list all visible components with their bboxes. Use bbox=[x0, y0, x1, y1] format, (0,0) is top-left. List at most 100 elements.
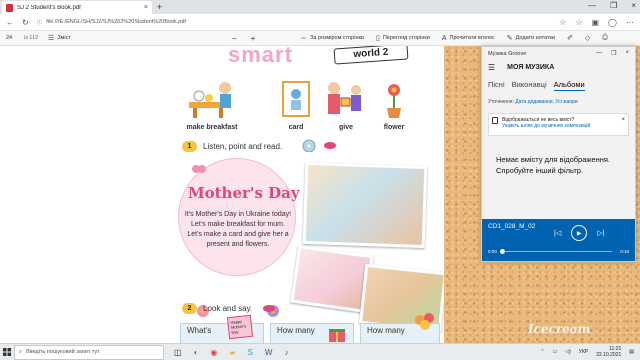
folder-icon[interactable]: ▰ bbox=[229, 348, 235, 357]
fit-page-button[interactable]: ⇔ За розміром сторінки bbox=[300, 35, 364, 42]
page-view-button[interactable]: ▯ Перегляд сторінки bbox=[376, 34, 430, 42]
watermark: Icecream bbox=[528, 322, 591, 336]
tab-title: SJ 2 Student's Book.pdf bbox=[17, 4, 81, 11]
address-bar: ← ↻ ⓘ file:///E:/ENGLISH/SJ2/SJ%202%20St… bbox=[0, 14, 640, 31]
disc-icon bbox=[302, 139, 318, 154]
list-icon: ☰ bbox=[48, 35, 55, 42]
vocab-word: make breakfast bbox=[186, 124, 238, 131]
add-notes-label: Додати нотатки bbox=[515, 35, 555, 41]
back-icon[interactable]: ← bbox=[6, 18, 14, 27]
word-icon[interactable]: W bbox=[265, 348, 273, 357]
hamburger-menu-icon[interactable]: ☰ bbox=[488, 63, 495, 72]
notice-close-icon[interactable]: × bbox=[621, 117, 625, 132]
page-view-label: Перегляд сторінки bbox=[382, 35, 430, 41]
start-button[interactable] bbox=[0, 348, 14, 356]
card-thumbnail: Happy Mother's Day bbox=[226, 314, 254, 340]
empty-state-text: Немає вмісту для відображення. Спробуйте… bbox=[496, 155, 611, 175]
photo-breakfast bbox=[302, 161, 428, 249]
collections-icon[interactable]: ▣ bbox=[591, 18, 599, 27]
question-text: What's bbox=[187, 326, 212, 335]
progress-track[interactable] bbox=[502, 251, 612, 252]
chrome-icon[interactable]: ◉ bbox=[210, 348, 217, 357]
taskbar-search[interactable]: ⌕ Введіть пошуковий запит тут bbox=[14, 344, 164, 360]
volume-icon[interactable]: ◁) bbox=[565, 349, 571, 355]
progress-knob[interactable] bbox=[500, 249, 505, 254]
notice-body: Відображається не весь вміст? Укажіть шл… bbox=[502, 117, 590, 132]
url-text: file:///E:/ENGLISH/SJ2/SJ%202%20Student%… bbox=[46, 19, 186, 25]
maximize-button[interactable]: ❐ bbox=[610, 1, 617, 10]
notifications-icon[interactable]: ▤ bbox=[629, 349, 634, 355]
filter-link[interactable]: Дата додавання, Усі жанри bbox=[515, 99, 577, 105]
groove-close-button[interactable]: × bbox=[625, 50, 629, 57]
close-button[interactable]: × bbox=[631, 1, 636, 10]
vocab-item: make breakfast bbox=[180, 78, 244, 131]
exercise-number: 1 bbox=[182, 141, 197, 152]
groove-maximize-button[interactable]: ❐ bbox=[611, 50, 616, 57]
more-icon[interactable]: ⋯ bbox=[626, 18, 634, 27]
page-count: із 112 bbox=[24, 35, 39, 41]
read-aloud-label: Прочитати вголос bbox=[449, 35, 495, 41]
exercise-instruction: Listen, point and read. bbox=[203, 142, 283, 151]
fit-label: За розміром сторінки bbox=[310, 35, 364, 41]
language-indicator[interactable]: УКР bbox=[579, 349, 588, 355]
profile-icon[interactable]: ◯ bbox=[608, 18, 617, 27]
tab-close-icon[interactable]: × bbox=[144, 4, 148, 11]
brand-world: world 2 bbox=[333, 46, 409, 65]
contents-label: Зміст bbox=[57, 35, 71, 41]
new-tab-button[interactable]: + bbox=[157, 2, 162, 12]
book-icon: ▯ bbox=[375, 35, 380, 42]
page-number-input[interactable]: 24 bbox=[6, 35, 18, 41]
add-notes-button[interactable]: ✎ Додати нотатки bbox=[507, 34, 555, 42]
time-total: 0:16 bbox=[620, 249, 629, 254]
zoom-controls: − + bbox=[232, 34, 255, 43]
exercise-number: 2 bbox=[182, 303, 197, 314]
clock-date: 22.10.2021 bbox=[596, 352, 622, 358]
system-tray: ⌃ ▭ ◁) УКР 11:21 22.10.2021 ▤ bbox=[540, 346, 640, 358]
notice-link[interactable]: Укажіть шлях до музичних композицій bbox=[502, 123, 590, 129]
clock[interactable]: 11:21 22.10.2021 bbox=[596, 346, 621, 358]
lips-icon bbox=[323, 141, 337, 152]
tab-artists[interactable]: Виконавці bbox=[512, 80, 547, 91]
play-button[interactable]: ▶ bbox=[571, 225, 588, 241]
tray-chevron-icon[interactable]: ⌃ bbox=[540, 349, 544, 355]
speaker-icon: A bbox=[441, 34, 447, 42]
favorite-star-icon[interactable]: ☆ bbox=[559, 18, 566, 27]
draw-icon[interactable]: ✐ bbox=[567, 34, 573, 42]
zoom-out-button[interactable]: − bbox=[232, 34, 237, 43]
search-placeholder: Введіть пошуковий запит тут bbox=[26, 349, 100, 355]
search-icon: ⌕ bbox=[19, 348, 23, 355]
browser-tab[interactable]: SJ 2 Student's Book.pdf × bbox=[2, 1, 152, 14]
vocab-item: flower bbox=[362, 78, 426, 131]
zoom-in-button[interactable]: + bbox=[251, 34, 256, 43]
breakfast-illustration bbox=[180, 78, 244, 122]
contents-button[interactable]: ☰ Зміст bbox=[48, 34, 71, 42]
skype-icon[interactable]: S bbox=[248, 348, 253, 357]
url-field[interactable]: ⓘ file:///E:/ENGLISH/SJ2/SJ%202%20Studen… bbox=[37, 16, 377, 28]
read-aloud-button[interactable]: A Прочитати вголос bbox=[442, 35, 495, 42]
network-icon[interactable]: ▭ bbox=[553, 349, 558, 355]
question-text: How many bbox=[367, 326, 405, 335]
task-view-icon[interactable]: ◫ bbox=[174, 348, 182, 357]
file-icon: ⓘ bbox=[36, 20, 43, 26]
butterfly-icon bbox=[192, 164, 206, 176]
refresh-icon[interactable]: ↻ bbox=[22, 18, 29, 27]
card-sign: Happy Mother's Day bbox=[230, 318, 247, 335]
previous-track-icon[interactable]: |◁ bbox=[554, 229, 561, 237]
note-icon: ✎ bbox=[506, 35, 513, 42]
question-text: How many bbox=[277, 326, 315, 335]
tab-albums[interactable]: Альбоми bbox=[553, 80, 585, 91]
print-icon[interactable]: ⎙ bbox=[602, 34, 608, 42]
groove-section-title: МОЯ МУЗИКА bbox=[507, 64, 555, 71]
next-track-icon[interactable]: ▷| bbox=[597, 229, 604, 237]
erase-icon[interactable]: ◇ bbox=[585, 34, 590, 42]
groove-tabs: Пісні Виконавці Альбоми bbox=[482, 75, 635, 91]
edge-icon[interactable]: ◐ bbox=[194, 348, 199, 357]
pdf-page[interactable]: smart world 2 make breakfast card give f… bbox=[166, 46, 444, 343]
groove-app-icon[interactable]: ♪ bbox=[284, 348, 288, 357]
taskbar: ⌕ Введіть пошуковий запит тут ◫ ◐ ◉ ▰ S … bbox=[0, 343, 640, 360]
filter-label: Уточнення: bbox=[488, 99, 514, 105]
favorites-icon[interactable]: ☆ bbox=[575, 18, 582, 27]
minimize-button[interactable]: — bbox=[588, 1, 596, 10]
groove-minimize-button[interactable]: — bbox=[596, 50, 602, 57]
tab-songs[interactable]: Пісні bbox=[488, 80, 505, 91]
